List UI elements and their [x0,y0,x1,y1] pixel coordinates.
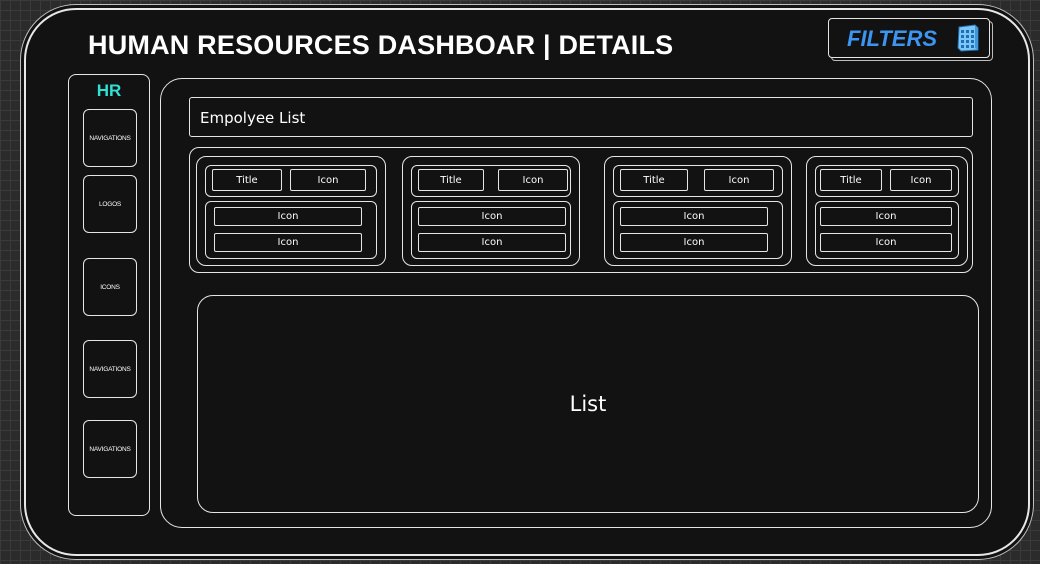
filters-button[interactable]: FILTERS [828,18,990,58]
main-content: Empolyee List Title Icon Icon Icon Title… [160,78,992,528]
card-title[interactable]: Title [820,169,882,191]
filters-label: FILTERS [847,26,938,51]
summary-card-1: Title Icon Icon Icon [196,156,386,266]
sidebar: HR NAVIGATIONS LOGOS ICONS NAVIGATIONS N… [68,74,150,516]
sidebar-item-navigations[interactable]: NAVIGATIONS [83,109,137,167]
card-body: Icon Icon [411,201,571,259]
card-title[interactable]: Title [418,169,484,191]
page-title: HUMAN RESOURCES DASHBOAR | DETAILS [88,30,674,60]
card-row-icon[interactable]: Icon [214,207,362,226]
employee-list-panel[interactable]: List [197,295,979,513]
card-header-icon[interactable]: Icon [290,169,366,191]
employee-list-label: Empolyee List [200,109,306,127]
card-row-icon[interactable]: Icon [214,233,362,252]
summary-card-3: Title Icon Icon Icon [604,156,792,266]
sidebar-item-icons[interactable]: ICONS [83,258,137,316]
card-body: Icon Icon [815,201,959,259]
cards-container: Title Icon Icon Icon Title Icon Icon Ico… [189,147,973,273]
card-header-icon[interactable]: Icon [704,169,774,191]
sidebar-item-navigations-2[interactable]: NAVIGATIONS [83,340,137,398]
employee-list-bar[interactable]: Empolyee List [189,97,973,137]
card-body: Icon Icon [613,201,783,259]
card-row-icon[interactable]: Icon [820,207,952,226]
card-header: Title Icon [613,165,783,197]
summary-card-2: Title Icon Icon Icon [402,156,580,266]
list-placeholder-label: List [569,392,607,416]
summary-card-4: Title Icon Icon Icon [806,156,968,266]
card-row-icon[interactable]: Icon [820,233,952,252]
card-header: Title Icon [815,165,959,197]
sidebar-brand: HR [96,81,122,100]
card-body: Icon Icon [205,201,377,259]
card-header-icon[interactable]: Icon [890,169,952,191]
card-row-icon[interactable]: Icon [418,233,566,252]
card-row-icon[interactable]: Icon [620,233,768,252]
building-icon [955,24,981,52]
sidebar-item-logos[interactable]: LOGOS [83,175,137,233]
card-title[interactable]: Title [620,169,688,191]
sidebar-item-navigations-3[interactable]: NAVIGATIONS [83,420,137,478]
card-header-icon[interactable]: Icon [498,169,568,191]
card-row-icon[interactable]: Icon [620,207,768,226]
card-header: Title Icon [205,165,377,197]
card-title[interactable]: Title [212,169,282,191]
card-header: Title Icon [411,165,571,197]
card-row-icon[interactable]: Icon [418,207,566,226]
